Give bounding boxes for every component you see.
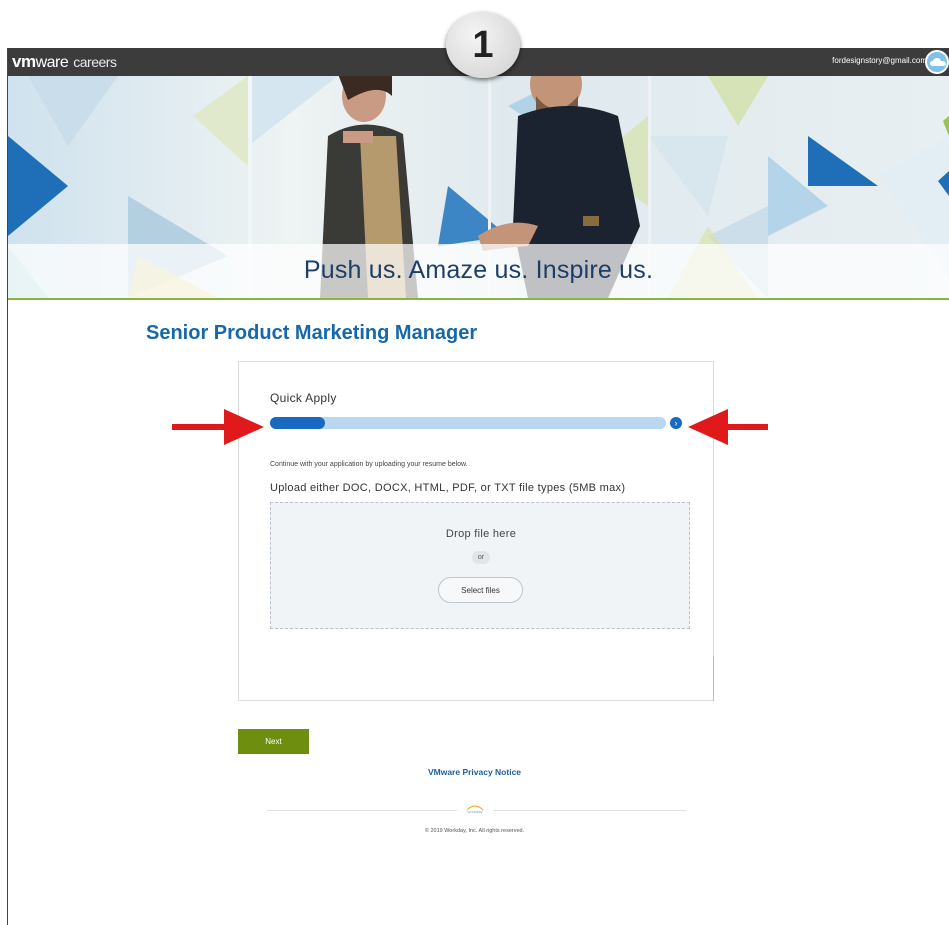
footer-divider-right [493,810,686,811]
drop-file-label: Drop file here [445,528,517,540]
hero-banner: Push us. Amaze us. Inspire us. [8,76,949,298]
progress-next-icon[interactable]: › [670,417,682,429]
footer-divider-left [267,810,457,811]
progress-bar-fill [270,417,326,429]
logo-careers-text: careers [73,54,117,70]
progress-bar [270,417,666,429]
step-number-badge: 1 [446,12,520,78]
logo-ware-text: ware [35,54,69,71]
logo-vm-text: vm [12,52,36,71]
hero-divider [8,298,949,300]
next-button[interactable]: Next [238,729,309,754]
job-title: Senior Product Marketing Manager [146,322,478,344]
red-arrow-left-icon [688,409,768,445]
workday-logo: workday [463,803,487,817]
or-separator: or [472,551,490,564]
file-dropzone[interactable]: Drop file here or Select files [270,502,690,629]
vmware-careers-logo[interactable]: vm ware careers [12,52,117,72]
upload-instructions: Continue with your application by upload… [270,461,468,468]
red-arrow-right-icon [172,409,264,445]
workday-logo-text: workday [467,809,483,814]
user-avatar-cloud-icon[interactable] [925,50,949,74]
quick-apply-heading: Quick Apply [270,391,337,405]
upload-file-types: Upload either DOC, DOCX, HTML, PDF, or T… [270,482,626,494]
user-email[interactable]: fordesignstory@gmail.com [832,56,927,65]
copyright-text: © 2019 Workday, Inc. All rights reserved… [424,828,525,834]
select-files-button[interactable]: Select files [438,577,523,603]
privacy-notice-link[interactable]: VMware Privacy Notice [0,767,949,777]
card-edge-line [713,656,714,701]
hero-tagline: Push us. Amaze us. Inspire us. [303,256,654,284]
